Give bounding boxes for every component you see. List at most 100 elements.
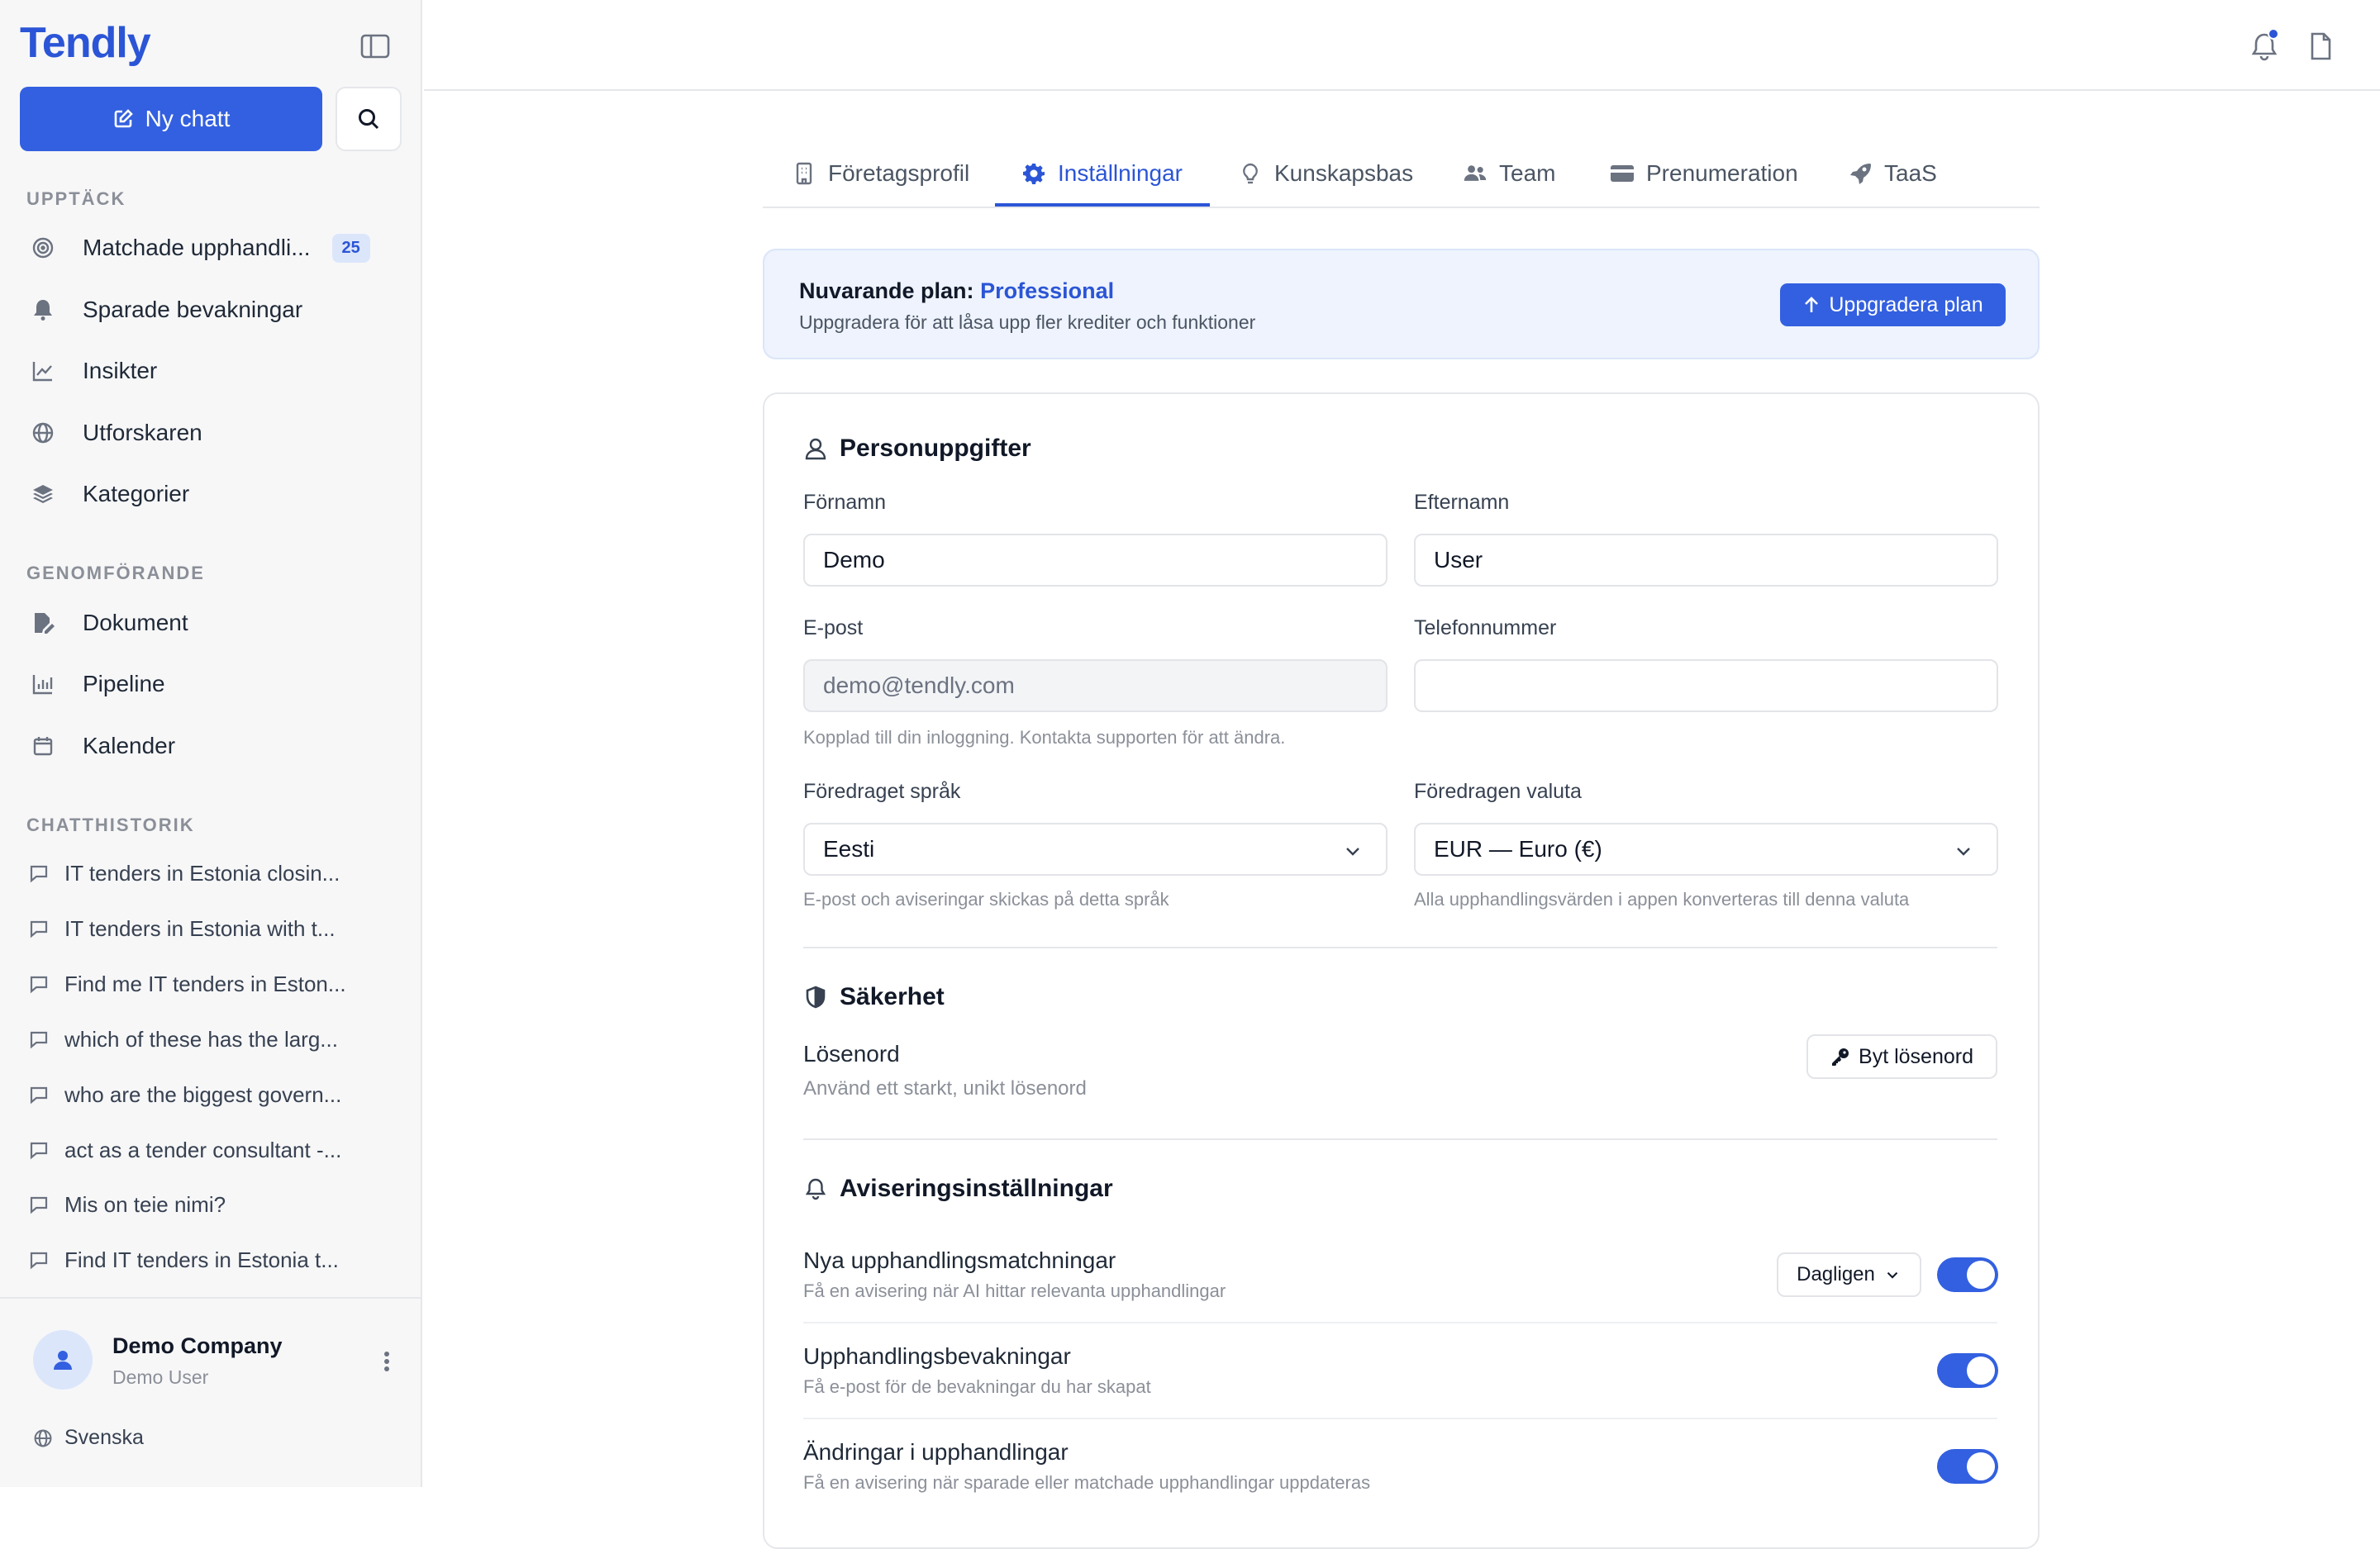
language-hint: E-post och aviseringar skickas på detta … [803, 889, 1169, 910]
avatar[interactable] [33, 1330, 93, 1390]
watch-alerts-toggle[interactable] [1937, 1353, 1998, 1388]
sidebar-item-matched[interactable]: Matchade upphandli... 25 [20, 223, 400, 273]
credit-card-icon [1610, 161, 1635, 186]
globe-icon [26, 416, 60, 449]
chat-history-item[interactable]: Mis on teie nimi? [20, 1184, 400, 1225]
sidebar-item-label: Sparade bevakningar [83, 297, 303, 322]
password-label: Lösenord [803, 1041, 900, 1067]
arrow-up-icon [1802, 295, 1821, 315]
tab-label: Kunskapsbas [1274, 160, 1414, 186]
chevron-down-icon [1341, 839, 1364, 862]
plan-title: Nuvarande plan: Professional [799, 278, 1114, 304]
chat-history-item[interactable]: Find me IT tenders in Eston... [20, 963, 400, 1005]
more-vertical-icon[interactable] [375, 1347, 398, 1376]
email-value: demo@tendly.com [823, 672, 1015, 698]
tab-label: Företagsprofil [828, 160, 970, 186]
layers-icon [26, 478, 60, 511]
notification-subtitle: Få e-post för de bevakningar du har skap… [803, 1376, 1151, 1397]
message-icon [25, 1136, 53, 1164]
tab-taas[interactable]: TaaS [1848, 139, 1937, 208]
chat-history-label: Find IT tenders in Estonia t... [64, 1247, 339, 1272]
chat-history-item[interactable]: IT tenders in Estonia closin... [20, 853, 400, 894]
notification-title: Upphandlingsbevakningar [803, 1343, 1071, 1369]
chat-history-item[interactable]: who are the biggest govern... [20, 1074, 400, 1115]
currency-select[interactable]: EUR — Euro (€) [1414, 823, 1998, 876]
chat-history-label: Mis on teie nimi? [64, 1191, 226, 1217]
language-switcher[interactable]: Svenska [33, 1426, 144, 1450]
notifications-heading: Aviseringsinställningar [803, 1175, 1113, 1203]
first-name-field[interactable]: Demo [803, 534, 1388, 587]
language-label: Svenska [64, 1426, 144, 1449]
phone-label: Telefonnummer [1414, 616, 1557, 639]
chat-history-label: act as a tender consultant -... [64, 1137, 342, 1162]
sidebar-item-pipeline[interactable]: Pipeline [20, 659, 400, 709]
document-icon[interactable] [2304, 30, 2337, 63]
section-label-chat-history: CHATTHISTORIK [26, 815, 195, 835]
tab-label: TaaS [1884, 160, 1937, 186]
sidebar-item-saved-watches[interactable]: Sparade bevakningar [20, 285, 400, 335]
plan-subtitle: Uppgradera för att låsa upp fler kredite… [799, 311, 1256, 333]
row-separator [803, 1418, 1997, 1419]
tab-label: Prenumeration [1646, 160, 1798, 186]
section-title: Personuppgifter [840, 435, 1031, 462]
user-name: Demo User [112, 1366, 209, 1388]
tab-team[interactable]: Team [1463, 139, 1555, 208]
tab-subscription[interactable]: Prenumeration [1610, 139, 1798, 208]
upgrade-plan-button[interactable]: Uppgradera plan [1780, 283, 2006, 326]
sidebar-item-label: Dokument [83, 610, 188, 635]
email-field[interactable]: demo@tendly.com [803, 659, 1388, 712]
language-select[interactable]: Eesti [803, 823, 1388, 876]
gear-icon [1021, 161, 1046, 186]
new-matches-toggle[interactable] [1937, 1257, 1998, 1292]
bell-icon [26, 293, 60, 326]
currency-value: EUR — Euro (€) [1434, 836, 1602, 862]
chat-history-item[interactable]: which of these has the larg... [20, 1019, 400, 1060]
chevron-down-icon [1952, 839, 1975, 862]
bell-icon [803, 1176, 828, 1201]
file-edit-icon [26, 606, 60, 639]
frequency-select[interactable]: Dagligen [1777, 1252, 1921, 1297]
sidebar-item-insights[interactable]: Insikter [20, 346, 400, 396]
brand-logo[interactable]: Tendly [20, 18, 151, 68]
company-name: Demo Company [112, 1333, 283, 1358]
new-chat-button[interactable]: Ny chatt [20, 87, 322, 151]
sidebar-toggle-icon[interactable] [359, 31, 392, 61]
tab-company-profile[interactable]: Företagsprofil [792, 139, 969, 208]
sidebar-item-label: Insikter [83, 358, 158, 383]
chat-history-label: IT tenders in Estonia closin... [64, 860, 340, 886]
notification-title: Ändringar i upphandlingar [803, 1439, 1069, 1465]
last-name-label: Efternamn [1414, 491, 1510, 514]
sidebar-item-categories[interactable]: Kategorier [20, 469, 400, 519]
last-name-field[interactable]: User [1414, 534, 1998, 587]
chat-history-item[interactable]: act as a tender consultant -... [20, 1129, 400, 1171]
language-label: Föredraget språk [803, 780, 961, 803]
last-name-value: User [1434, 547, 1483, 573]
chat-history-label: who are the biggest govern... [64, 1081, 342, 1107]
building-icon [792, 161, 816, 186]
toggle-knob [1967, 1452, 1995, 1480]
message-icon [25, 1246, 53, 1274]
edit-icon [112, 108, 134, 130]
change-password-button[interactable]: Byt lösenord [1806, 1034, 1997, 1079]
search-icon [356, 107, 381, 131]
tender-changes-toggle[interactable] [1937, 1449, 1998, 1484]
phone-field[interactable] [1414, 659, 1998, 712]
chevron-down-icon [1883, 1266, 1902, 1284]
sidebar-divider [0, 1297, 422, 1299]
tab-knowledge-base[interactable]: Kunskapsbas [1238, 139, 1413, 208]
chat-history-item[interactable]: IT tenders in Estonia with t... [20, 908, 400, 949]
bar-chart-icon [26, 668, 60, 701]
users-icon [1463, 161, 1488, 186]
sidebar-item-calendar[interactable]: Kalender [20, 721, 400, 771]
message-icon [25, 1025, 53, 1053]
sidebar-item-documents[interactable]: Dokument [20, 598, 400, 648]
message-icon [25, 1081, 53, 1109]
tab-settings[interactable]: Inställningar [1021, 139, 1183, 208]
section-divider [803, 947, 1997, 948]
notification-subtitle: Få en avisering när sparade eller matcha… [803, 1472, 1371, 1493]
search-button[interactable] [336, 87, 402, 151]
user-icon [51, 1348, 74, 1371]
chat-history-item[interactable]: Find IT tenders in Estonia t... [20, 1239, 400, 1281]
row-separator [803, 1322, 1997, 1323]
sidebar-item-explorer[interactable]: Utforskaren [20, 408, 400, 458]
